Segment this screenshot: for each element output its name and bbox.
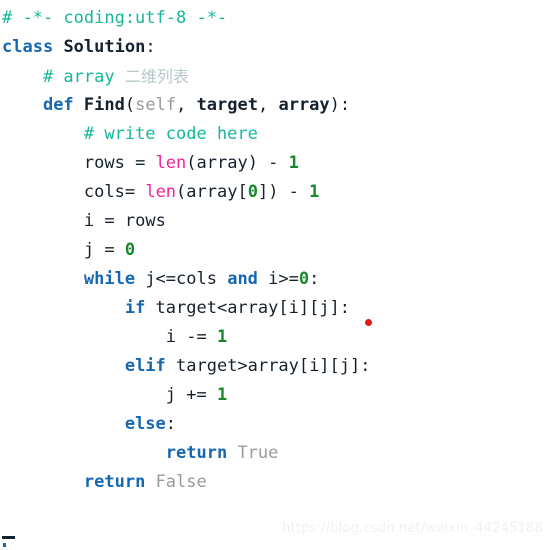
code-token: target (196, 95, 258, 115)
code-line[interactable]: def Find(self, target, array): (0, 91, 550, 120)
code-token: class (2, 37, 54, 57)
code-token: 1 (216, 385, 228, 405)
code-token: Solution (63, 37, 146, 57)
code-line[interactable]: # array 二维列表 (0, 62, 550, 91)
watermark-text: https://blog.csdn.net/weixin_44245188 (282, 521, 543, 536)
code-token: , (176, 95, 197, 115)
code-token: i (165, 327, 177, 347)
code-token: (array[ (176, 182, 248, 202)
code-token: rows (124, 211, 166, 231)
code-line[interactable]: class Solution: (0, 33, 550, 62)
code-token: : (145, 37, 156, 57)
code-token: return (165, 443, 228, 463)
code-line[interactable]: j = 0 (0, 236, 550, 265)
code-token: # array (42, 67, 125, 87)
code-line[interactable]: j += 1 (0, 381, 550, 410)
code-editor-content[interactable]: # -*- coding:utf-8 -*- class Solution: # … (0, 0, 550, 497)
code-token: self (135, 95, 177, 115)
code-token: rows (83, 153, 125, 173)
code-token: : (165, 414, 177, 434)
code-token: ): (329, 95, 351, 115)
code-line[interactable]: elif target>array[i][j]: (0, 352, 550, 381)
code-token: -= (176, 327, 217, 347)
code-token: target<array[i][j]: (145, 298, 351, 318)
code-token: 0 (124, 240, 136, 260)
code-token: 0 (298, 269, 310, 289)
code-token: False (155, 472, 207, 492)
code-token: : (309, 269, 320, 289)
code-line[interactable]: cols= len(array[0]) - 1 (0, 178, 550, 207)
code-line[interactable]: return False (0, 468, 550, 497)
code-line[interactable]: return True (0, 439, 550, 468)
code-token: (array) - (186, 153, 289, 173)
code-token: ( (124, 95, 136, 115)
cursor-artifact (2, 536, 15, 539)
code-token: 1 (309, 182, 320, 202)
code-line[interactable]: i = rows (0, 207, 550, 236)
code-token: if (124, 298, 146, 318)
code-token: j (83, 240, 95, 260)
red-dot-marker (365, 319, 372, 326)
code-line[interactable]: i -= 1 (0, 323, 550, 352)
code-token: = (124, 182, 146, 202)
code-token: len (145, 182, 177, 202)
code-token: j (165, 385, 177, 405)
code-line[interactable]: while j<=cols and i>=0: (0, 265, 550, 294)
code-token: i>= (257, 269, 299, 289)
code-token: = (94, 240, 125, 260)
code-token: # -*- coding:utf-8 -*- (2, 8, 228, 28)
code-token: j<=cols (135, 269, 228, 289)
code-token: cols (83, 182, 125, 202)
code-token: 1 (288, 153, 299, 173)
code-token: and (227, 269, 258, 289)
code-token: True (237, 443, 279, 463)
code-token: += (176, 385, 217, 405)
code-token: , (257, 95, 279, 115)
code-token: 1 (216, 327, 228, 347)
code-line[interactable]: # -*- coding:utf-8 -*- (0, 4, 550, 33)
code-token: = (124, 153, 156, 173)
code-token: ]) - (257, 182, 310, 202)
code-token: while (83, 269, 136, 289)
code-token: def (42, 95, 74, 115)
code-token: # write code here (83, 124, 258, 144)
code-line[interactable]: if target<array[i][j]: (0, 294, 550, 323)
code-token: = (94, 211, 125, 231)
code-line[interactable]: else: (0, 410, 550, 439)
code-token: len (155, 153, 187, 173)
code-screenshot: # -*- coding:utf-8 -*- class Solution: # … (0, 0, 550, 550)
code-token: array (278, 95, 330, 115)
code-token: elif (124, 356, 166, 376)
cursor-artifact-dot (3, 543, 6, 547)
code-token: Find (83, 95, 125, 115)
code-token: 0 (247, 182, 258, 202)
code-token: 二维列表 (124, 67, 189, 86)
code-line[interactable]: rows = len(array) - 1 (0, 149, 550, 178)
code-line[interactable]: # write code here (0, 120, 550, 149)
code-token: i (83, 211, 95, 231)
code-token: target>array[i][j]: (165, 356, 371, 376)
code-token: return (83, 472, 146, 492)
code-token: else (124, 414, 166, 434)
